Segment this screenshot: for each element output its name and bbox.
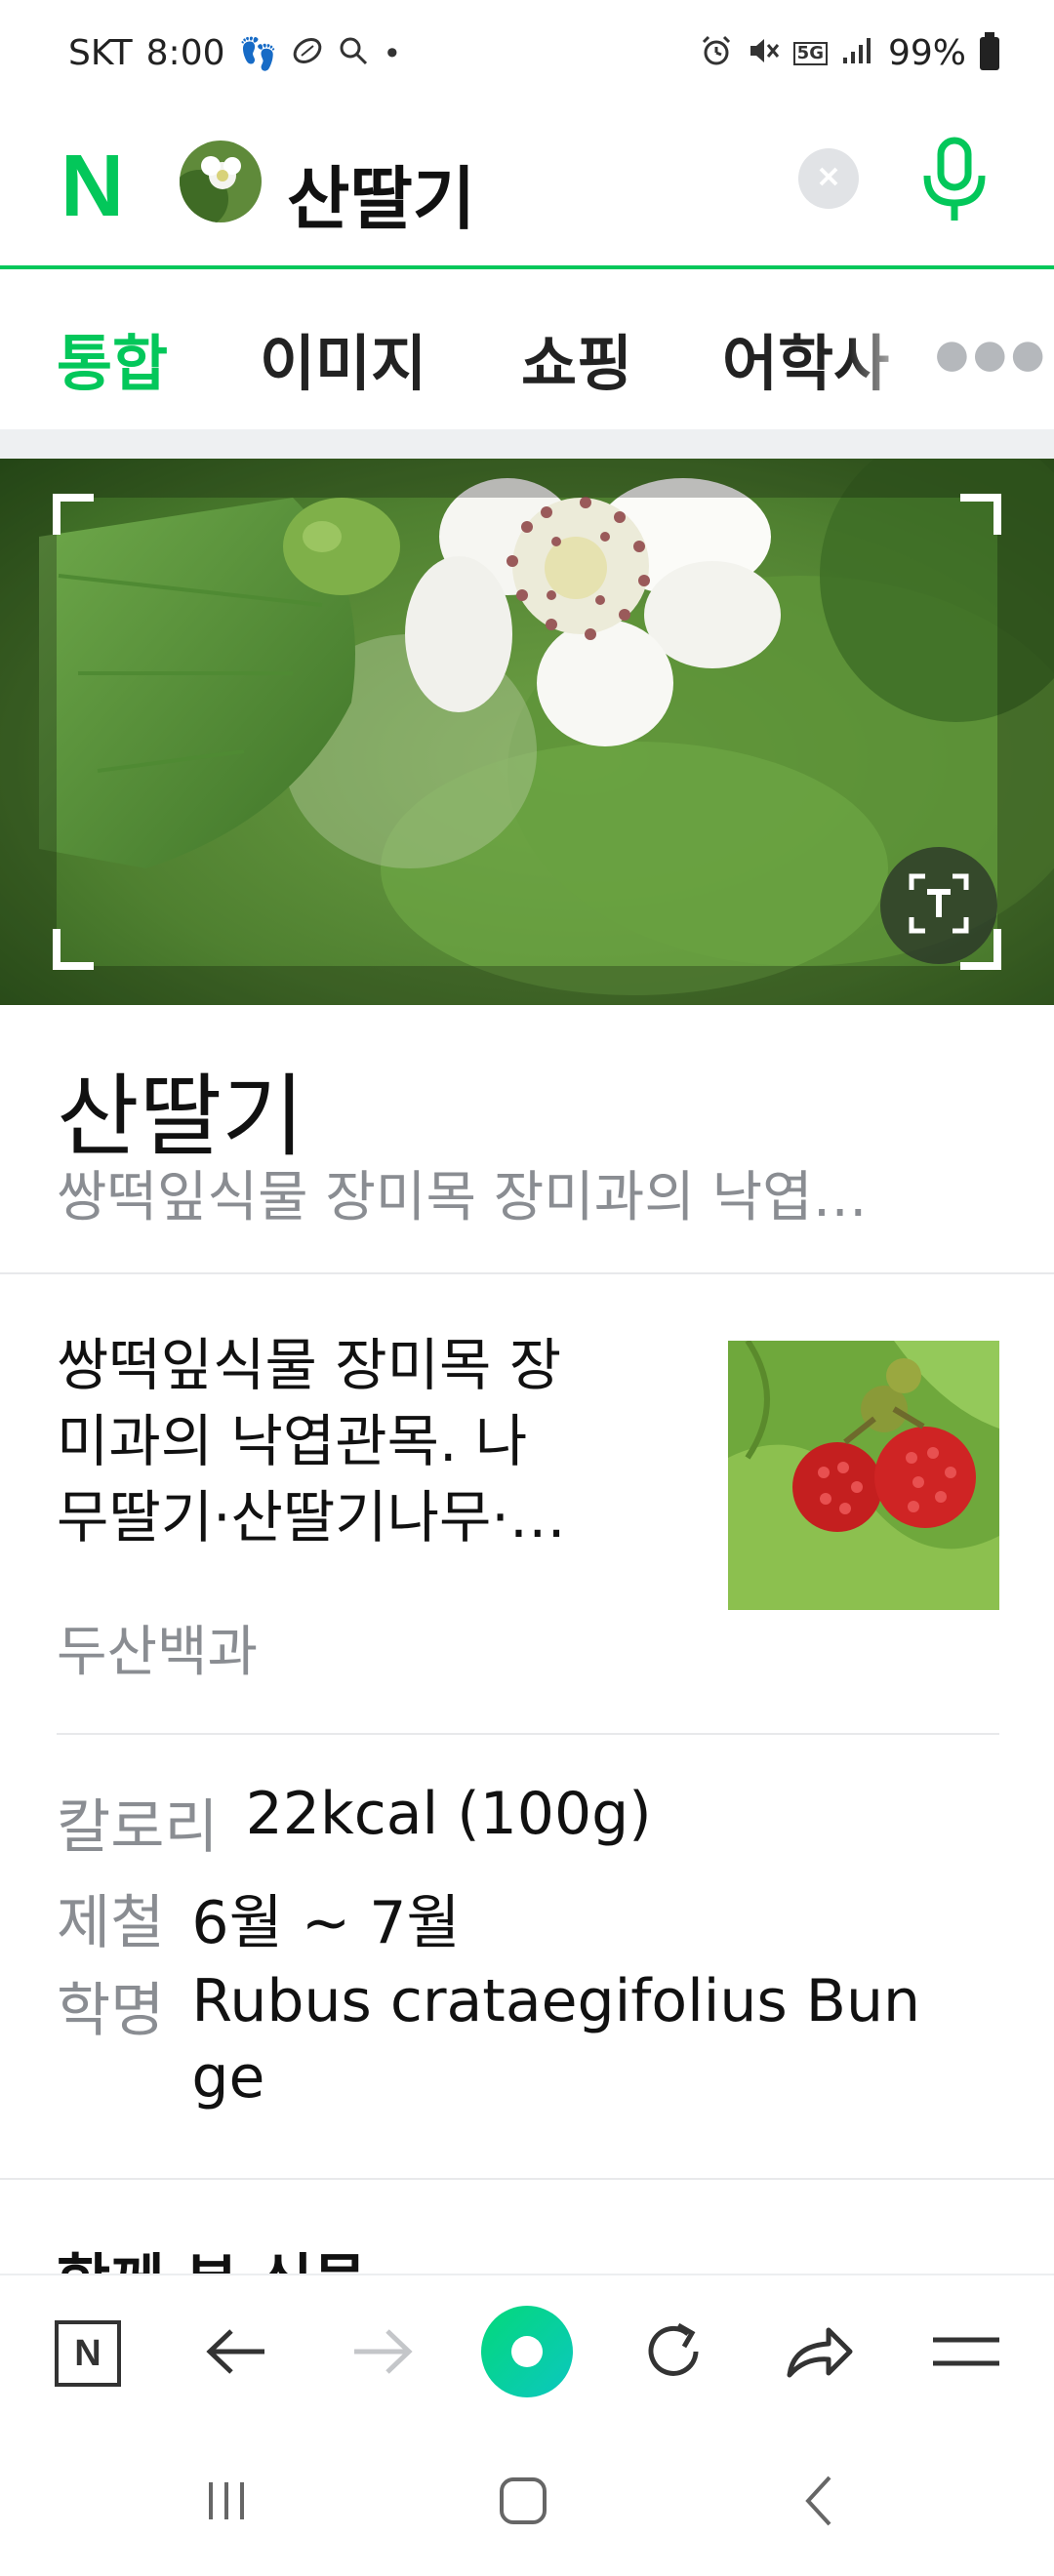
- divider: [57, 1733, 999, 1735]
- search-header: N 산딸기: [0, 107, 1054, 269]
- search-query[interactable]: 산딸기: [287, 144, 475, 243]
- steps-icon: 👣: [238, 34, 278, 72]
- green-dot-button[interactable]: [478, 2305, 576, 2402]
- football-icon: [291, 34, 324, 72]
- tab-fade: [849, 293, 937, 410]
- clock: 8:00: [145, 33, 225, 73]
- tab-integrated[interactable]: 통합: [57, 314, 168, 402]
- battery-percent: 99%: [887, 33, 966, 73]
- query-image-thumbnail[interactable]: [180, 141, 262, 222]
- info-row-scientific-name: 학명 Rubus crataegifolius Bun ge: [57, 1963, 920, 2115]
- info-value: 6월 ~ 7월: [191, 1889, 461, 1957]
- back-nav-button[interactable]: [781, 2469, 859, 2537]
- description-line: 무딸기·산딸기나무·…: [57, 1484, 566, 1550]
- voice-search-button[interactable]: [915, 137, 993, 224]
- hamburger-icon: [931, 2332, 1001, 2375]
- search-icon: [338, 35, 369, 71]
- info-value-line: ge: [191, 2043, 265, 2112]
- tab-shopping[interactable]: 쇼핑: [521, 314, 632, 402]
- section-divider: [0, 429, 1054, 459]
- more-tabs-button[interactable]: ●●●: [935, 332, 1049, 377]
- arrow-left-icon: [204, 2327, 268, 2380]
- recent-apps-icon: [197, 2476, 256, 2529]
- section-divider: [0, 2178, 1054, 2180]
- signal-icon: [841, 36, 874, 70]
- back-button[interactable]: [195, 2313, 277, 2395]
- naver-home-icon: N: [55, 2320, 121, 2387]
- info-row-calories: 칼로리 22kcal (100g): [57, 1780, 652, 1865]
- info-value-line: Rubus crataegifolius Bun: [191, 1967, 921, 2035]
- info-label: 학명: [57, 1977, 165, 2045]
- entity-description[interactable]: 쌍떡잎식물 장미목 장 미과의 낙엽관목. 나 무딸기·산딸기나무·…: [57, 1327, 681, 1555]
- tab-images[interactable]: 이미지: [260, 314, 426, 402]
- alarm-icon: [700, 34, 733, 72]
- share-icon: [784, 2320, 856, 2387]
- info-value: Rubus crataegifolius Bun ge: [191, 1963, 920, 2115]
- text-recognition-button[interactable]: [880, 847, 997, 964]
- share-button[interactable]: [779, 2313, 861, 2395]
- network-5g-icon: 5G: [792, 41, 828, 65]
- text-scan-icon: [906, 870, 972, 941]
- naver-logo[interactable]: N: [61, 142, 124, 230]
- dot-icon: •: [383, 34, 402, 72]
- mute-icon: [747, 34, 780, 72]
- description-source[interactable]: 두산백과: [57, 1608, 258, 1687]
- home-button[interactable]: N: [47, 2313, 129, 2395]
- more-dots-icon: ●●●: [935, 332, 1049, 377]
- menu-button[interactable]: [925, 2313, 1007, 2395]
- chevron-left-icon: [800, 2472, 839, 2534]
- refresh-icon: [639, 2317, 708, 2390]
- status-left: SKT 8:00 👣 •: [68, 33, 401, 73]
- clear-search-button[interactable]: [798, 148, 859, 209]
- arrow-right-icon: [350, 2327, 415, 2380]
- raspberry-image[interactable]: [728, 1341, 999, 1610]
- query-image[interactable]: [0, 459, 1054, 1005]
- info-row-season: 제철 6월 ~ 7월: [57, 1875, 461, 1960]
- info-label: 제철: [57, 1889, 165, 1957]
- microphone-icon: [915, 137, 993, 228]
- browser-toolbar: N: [0, 2274, 1054, 2430]
- status-bar: SKT 8:00 👣 • 5G 99%: [0, 0, 1054, 107]
- battery-icon: [980, 31, 999, 70]
- status-right: 5G 99%: [700, 31, 999, 73]
- info-label: 칼로리: [57, 1793, 219, 1862]
- forward-button[interactable]: [342, 2313, 424, 2395]
- info-value: 22kcal (100g): [245, 1780, 652, 1848]
- system-navigation-bar: [0, 2430, 1054, 2576]
- carrier: SKT: [68, 33, 133, 73]
- refresh-button[interactable]: [632, 2313, 714, 2395]
- entity-header: 산딸기 쌍떡잎식물 장미목 장미과의 낙엽…: [0, 1005, 1054, 1274]
- recent-apps-button[interactable]: [187, 2469, 265, 2537]
- home-nav-button[interactable]: [484, 2469, 562, 2537]
- entity-subtitle: 쌍떡잎식물 장미목 장미과의 낙엽…: [57, 1166, 868, 1229]
- search-tabs: 통합 이미지 쇼핑 어학사 ●●●: [0, 273, 1054, 429]
- close-icon: [816, 164, 841, 193]
- home-square-icon: [496, 2474, 550, 2532]
- description-line: 미과의 낙엽관목. 나: [57, 1408, 528, 1474]
- description-line: 쌍떡잎식물 장미목 장: [57, 1332, 562, 1398]
- green-dot-icon: [478, 2303, 576, 2404]
